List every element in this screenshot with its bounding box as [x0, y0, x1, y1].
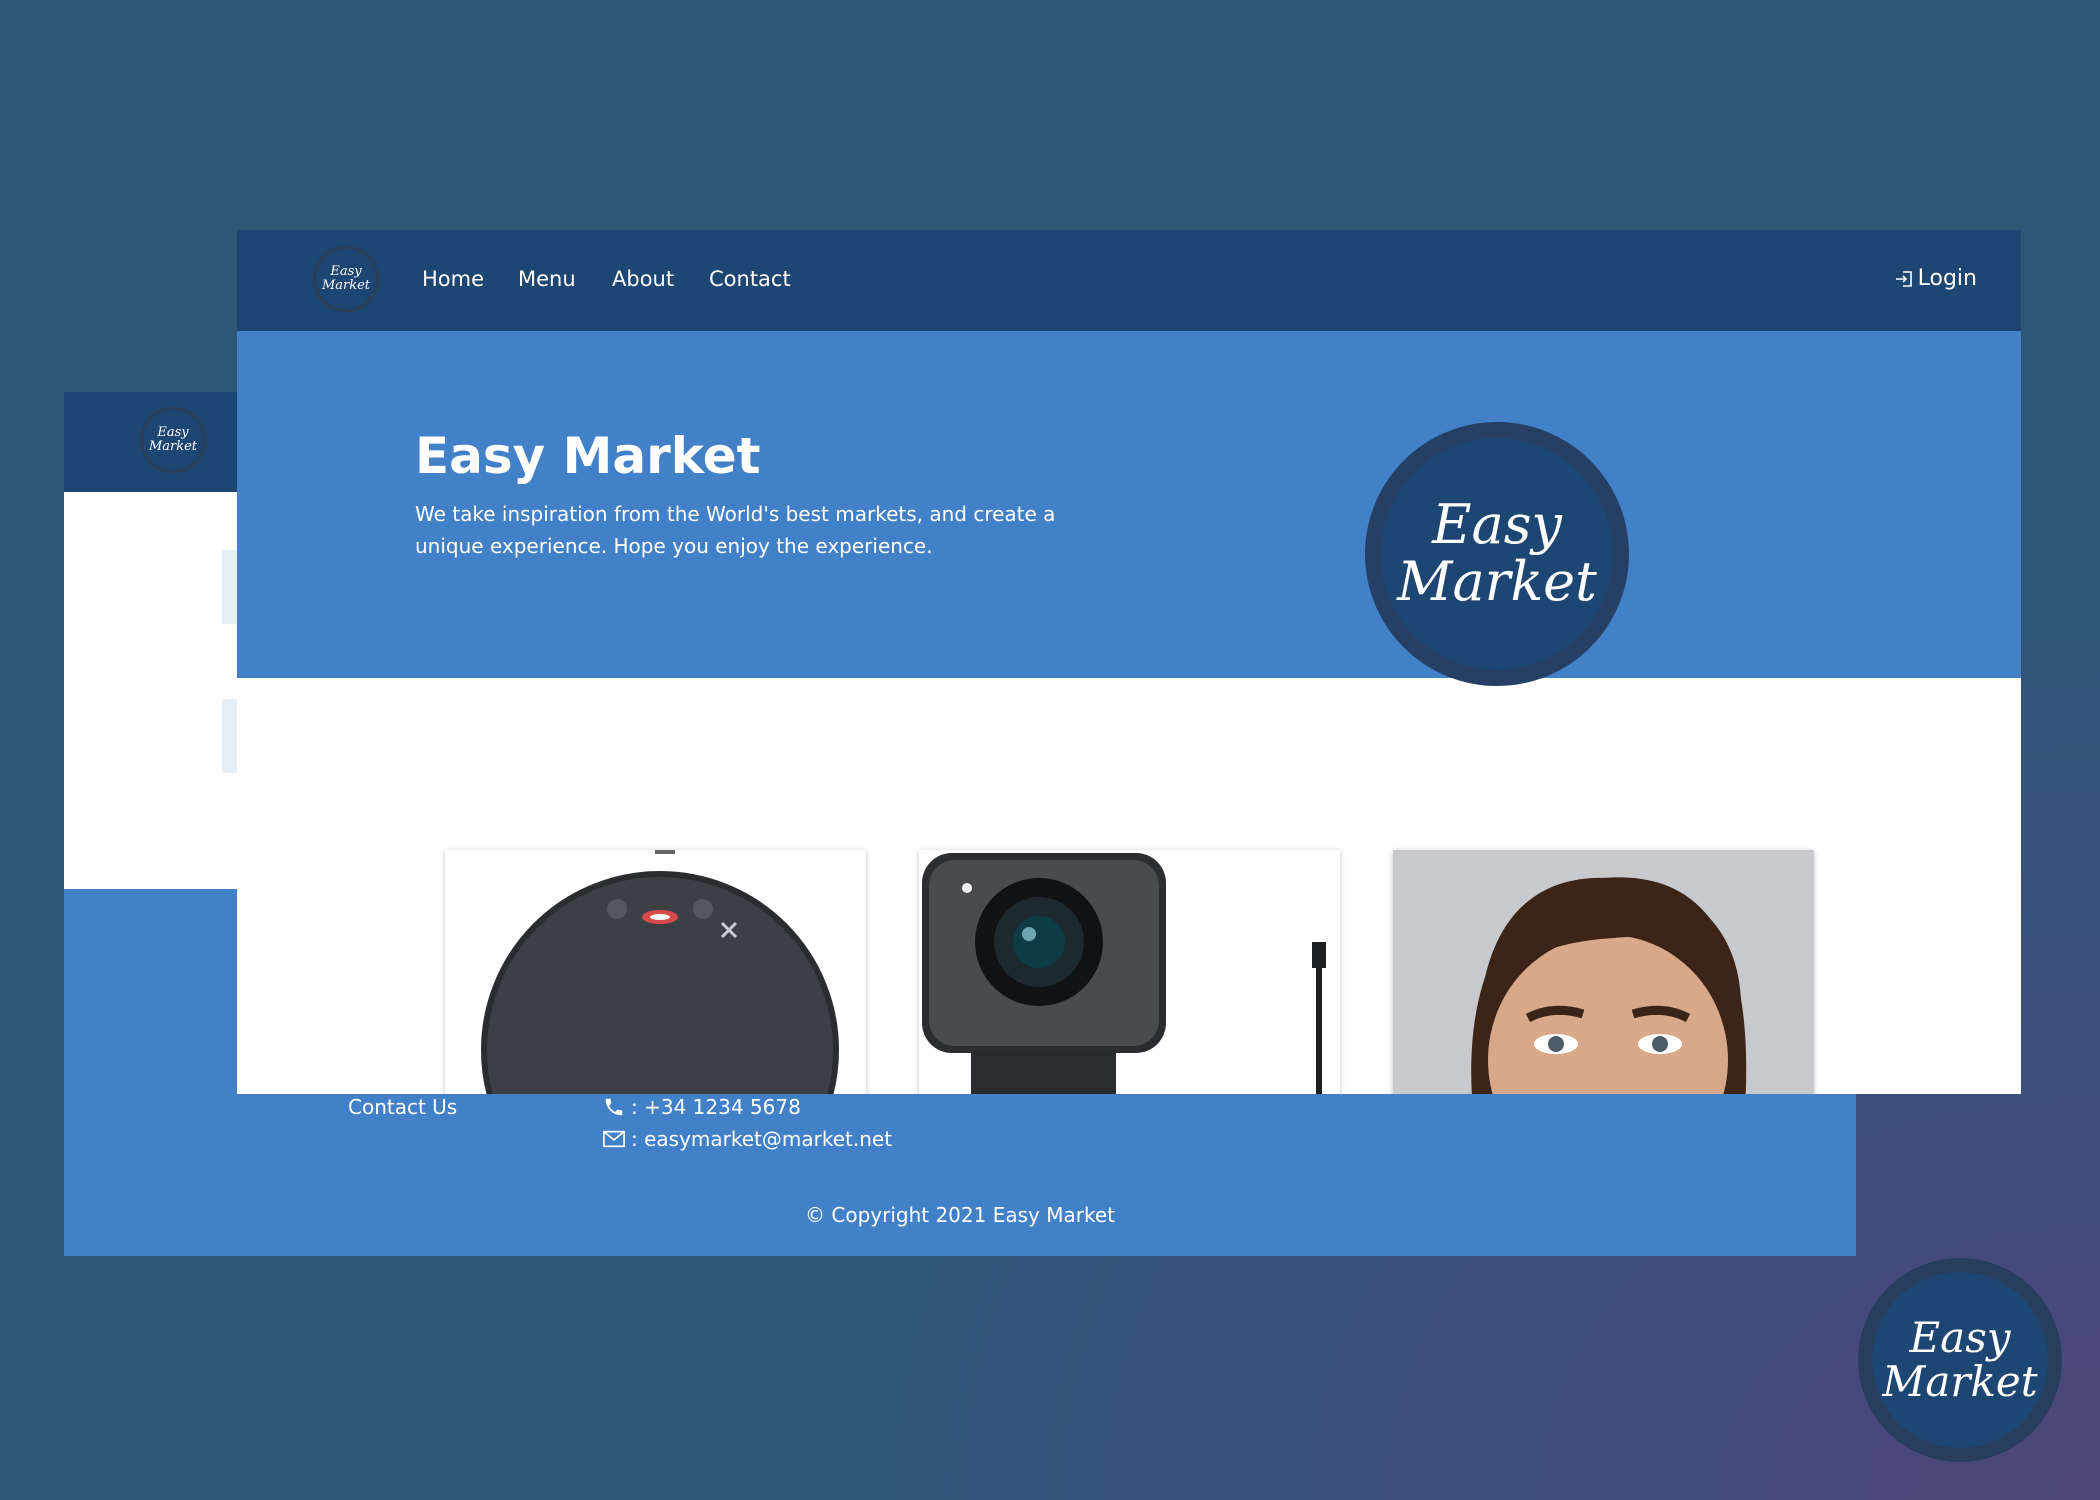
main-page-window: Easy Market Home Menu About Contact Logi… [237, 230, 2021, 1094]
product-card-portrait[interactable] [1393, 850, 1814, 1094]
corner-logo: Easy Market [1858, 1258, 2062, 1462]
footer-contact-label: Contact Us [348, 1095, 458, 1119]
webcam-image [919, 850, 1340, 1094]
nav-logo[interactable]: Easy Market [313, 246, 379, 312]
nav-home[interactable]: Home [422, 267, 484, 291]
copyright-text: © Copyright 2021 Easy Market [805, 1203, 1115, 1227]
product-card-speaker[interactable] [445, 850, 866, 1094]
login-icon [1895, 270, 1912, 287]
nav-contact[interactable]: Contact [709, 267, 791, 291]
login-button[interactable]: Login [1894, 266, 1977, 291]
hero-title: Easy Market [415, 427, 761, 485]
nav-menu[interactable]: Menu [518, 267, 576, 291]
hero-description: We take inspiration from the World's bes… [415, 502, 1056, 558]
smart-speaker-image [445, 850, 866, 1094]
envelope-icon [603, 1130, 625, 1148]
back-logo[interactable]: Easy Market [140, 407, 206, 473]
hero-logo: Easy Market [1365, 422, 1629, 686]
product-card-webcam[interactable] [919, 850, 1340, 1094]
phone-icon [605, 1098, 623, 1116]
hero-section: Easy Market We take inspiration from the… [237, 331, 2021, 686]
person-portrait-image [1393, 850, 1814, 1094]
footer-phone: : +34 1234 5678 [603, 1095, 801, 1119]
nav-about[interactable]: About [612, 267, 674, 291]
navbar: Easy Market Home Menu About Contact Logi… [237, 230, 2021, 331]
footer-email: : easymarket@market.net [603, 1127, 892, 1151]
